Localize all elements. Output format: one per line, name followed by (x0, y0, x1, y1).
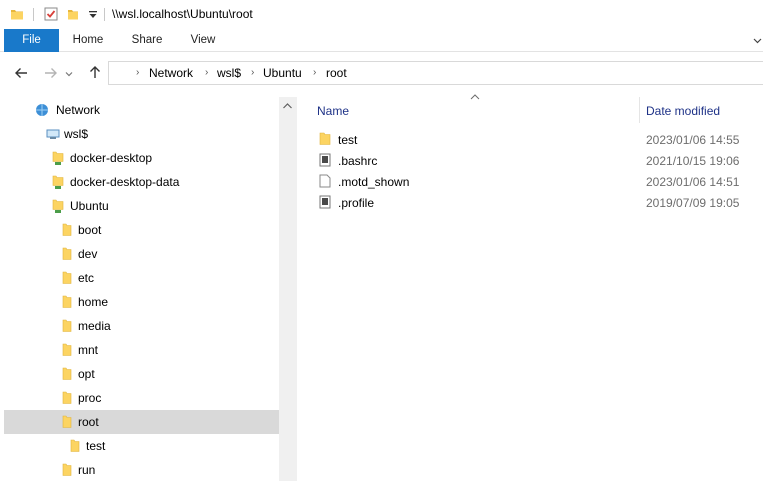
navpane-item-proc[interactable]: proc (62, 386, 101, 410)
new-folder-icon[interactable] (66, 7, 80, 21)
file-name: .bashrc (338, 154, 378, 168)
file-row[interactable]: .profile 2019/07/09 19:05 (313, 192, 763, 213)
properties-icon[interactable] (44, 7, 58, 21)
navpane-item-docker-desktop[interactable]: docker-desktop (52, 146, 152, 170)
navpane-item-label: docker-desktop-data (70, 175, 180, 189)
navpane-item-label: opt (78, 367, 95, 381)
scroll-up-arrow-icon[interactable] (283, 103, 292, 109)
navpane-item-home[interactable]: home (62, 290, 108, 314)
tab-file[interactable]: File (4, 29, 59, 52)
navpane-item-root[interactable]: root (4, 410, 279, 434)
folder-icon (62, 343, 72, 356)
file-date: 2023/01/06 14:51 (646, 175, 740, 189)
network-folder-icon (52, 151, 64, 165)
folder-icon (62, 295, 72, 308)
window-title: \\wsl.localhost\Ubuntu\root (112, 7, 253, 21)
navpane-item-run[interactable]: run (62, 458, 95, 481)
network-share-icon (46, 129, 60, 139)
navpane-item-label: test (86, 439, 106, 453)
column-separator[interactable] (639, 97, 640, 123)
folder-icon (62, 319, 72, 332)
folder-icon (62, 415, 72, 428)
quick-access-separator (33, 8, 34, 21)
folder-icon (62, 463, 72, 476)
navpane-item-label: etc (78, 271, 95, 285)
breadcrumb-wsl[interactable]: wsl$ (217, 66, 241, 80)
folder-icon (62, 247, 72, 260)
column-header-name[interactable]: Name (317, 104, 349, 118)
navpane-item-etc[interactable]: etc (62, 266, 94, 290)
customize-dropdown-icon[interactable] (86, 7, 100, 21)
blank-file-icon (319, 174, 331, 188)
navpane-item-label: root (78, 415, 99, 429)
folder-icon (62, 391, 72, 404)
quick-access-separator (104, 8, 105, 21)
breadcrumb-root[interactable]: root (326, 66, 347, 80)
folder-icon (62, 223, 72, 236)
network-folder-icon (52, 175, 64, 189)
file-date: 2023/01/06 14:55 (646, 133, 740, 147)
folder-icon (319, 132, 331, 145)
folder-icon (62, 271, 72, 284)
breadcrumb-separator-icon[interactable]: › (205, 67, 208, 78)
navpane-item-label: Network (56, 103, 101, 117)
system-file-icon (319, 153, 331, 167)
navpane-item-dev[interactable]: dev (62, 242, 97, 266)
file-row[interactable]: .bashrc 2021/10/15 19:06 (313, 150, 763, 171)
navpane-item-label: dev (78, 247, 98, 261)
navpane-item-test[interactable]: test (70, 434, 105, 458)
navpane-item-label: proc (78, 391, 102, 405)
navpane-item-label: home (78, 295, 109, 309)
navpane-item-label: mnt (78, 343, 99, 357)
file-row[interactable]: test 2023/01/06 14:55 (313, 129, 763, 150)
network-icon (36, 104, 48, 116)
navpane-item-network[interactable]: Network (34, 98, 100, 122)
folder-icon (11, 10, 23, 20)
expand-ribbon-icon[interactable] (752, 35, 763, 46)
sort-ascending-icon (470, 94, 480, 100)
breadcrumb-separator-icon[interactable]: › (136, 67, 139, 78)
navpane-item-docker-desktop-data[interactable]: docker-desktop-data (52, 170, 179, 194)
navigation-pane: Network wsl$ docker-desktop docker-deskt… (0, 97, 296, 481)
column-header-date-modified[interactable]: Date modified (646, 104, 720, 118)
file-date: 2021/10/15 19:06 (646, 154, 740, 168)
ribbon: File Home Share View (0, 29, 763, 52)
folder-icon (62, 367, 72, 380)
folder-icon (70, 439, 80, 452)
breadcrumb-separator-icon[interactable]: › (251, 67, 254, 78)
breadcrumb-separator-icon[interactable]: › (313, 67, 316, 78)
navpane-item-label: docker-desktop (70, 151, 153, 165)
forward-arrow-icon[interactable] (43, 65, 59, 81)
title-bar: \\wsl.localhost\Ubuntu\root (0, 0, 763, 29)
navpane-item-mnt[interactable]: mnt (62, 338, 98, 362)
file-name: .profile (338, 196, 375, 210)
navpane-item-label: boot (78, 223, 102, 237)
navpane-item-label: Ubuntu (70, 199, 109, 213)
navpane-item-label: run (78, 463, 96, 477)
file-name: .motd_shown (338, 175, 410, 189)
navpane-scrollbar[interactable] (279, 97, 296, 481)
navpane-item-wsl[interactable]: wsl$ (46, 122, 88, 146)
navpane-item-ubuntu[interactable]: Ubuntu (52, 194, 109, 218)
file-name: test (338, 133, 358, 147)
navpane-item-label: wsl$ (64, 127, 89, 141)
system-file-icon (319, 195, 331, 209)
navpane-item-opt[interactable]: opt (62, 362, 95, 386)
breadcrumb-ubuntu[interactable]: Ubuntu (263, 66, 302, 80)
recent-locations-chevron-icon[interactable] (64, 69, 74, 79)
tab-view[interactable]: View (178, 29, 228, 52)
file-row[interactable]: .motd_shown 2023/01/06 14:51 (313, 171, 763, 192)
pane-divider[interactable] (296, 97, 297, 481)
navpane-item-label: media (78, 319, 111, 333)
network-folder-icon (52, 199, 64, 213)
up-arrow-icon[interactable] (87, 64, 103, 80)
back-arrow-icon[interactable] (13, 65, 29, 81)
navpane-item-media[interactable]: media (62, 314, 111, 338)
tab-share[interactable]: Share (120, 29, 174, 52)
breadcrumb-network[interactable]: Network (149, 66, 193, 80)
navpane-item-boot[interactable]: boot (62, 218, 101, 242)
file-date: 2019/07/09 19:05 (646, 196, 740, 210)
tab-home[interactable]: Home (62, 29, 114, 52)
